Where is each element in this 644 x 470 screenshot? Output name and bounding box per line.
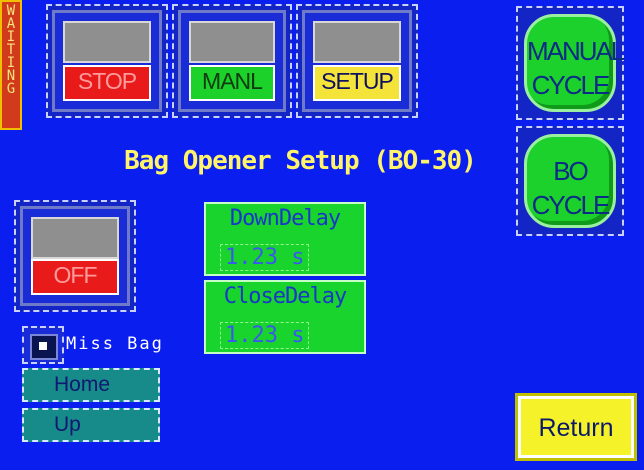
bo-cycle-button[interactable]: BO CYCLE: [516, 126, 624, 236]
off-toggle-bezel: OFF: [20, 206, 130, 306]
status-text: WAITING: [6, 3, 16, 97]
off-toggle-label: OFF: [31, 259, 119, 295]
down-delay-label: DownDelay: [229, 206, 341, 231]
stop-button-bezel: STOP: [52, 10, 162, 112]
return-button[interactable]: Return: [515, 393, 637, 461]
miss-bag-checkbox[interactable]: [22, 326, 64, 364]
page-title: Bag Opener Setup (BO-30): [124, 146, 477, 176]
setup-button-bezel: SETUP: [302, 10, 412, 112]
up-button[interactable]: Up: [22, 408, 160, 442]
manual-cycle-button[interactable]: MANUAL CYCLE: [516, 6, 625, 120]
close-delay-value: 1.23 s: [220, 322, 310, 349]
stop-button-label: STOP: [63, 65, 151, 101]
manual-mode-button-label: MANL: [189, 65, 275, 101]
manual-indicator-lamp: [189, 21, 275, 63]
close-delay-label: CloseDelay: [223, 284, 347, 309]
off-indicator-lamp: [31, 217, 119, 259]
off-toggle-button[interactable]: OFF: [14, 200, 136, 312]
down-delay-setting[interactable]: DownDelay 1.23 s: [204, 202, 366, 276]
manual-mode-button-bezel: MANL: [178, 10, 286, 112]
miss-bag-label: Miss Bag: [66, 334, 164, 354]
bo-cycle-line2: CYCLE: [531, 190, 611, 220]
manual-cycle-button-face: MANUAL CYCLE: [524, 14, 625, 112]
miss-bag-checked-indicator: [39, 342, 47, 350]
manual-mode-button[interactable]: MANL: [172, 4, 292, 118]
miss-bag-checkbox-box: [30, 334, 58, 360]
stop-indicator-lamp: [63, 21, 151, 63]
manual-cycle-line1: MANUAL: [527, 36, 625, 66]
stop-button[interactable]: STOP: [46, 4, 168, 118]
setup-indicator-lamp: [313, 21, 401, 63]
close-delay-setting[interactable]: CloseDelay 1.23 s: [204, 280, 366, 354]
manual-cycle-line2: CYCLE: [531, 70, 611, 100]
down-delay-value: 1.23 s: [220, 244, 310, 271]
setup-button-label: SETUP: [313, 65, 401, 101]
home-button[interactable]: Home: [22, 368, 160, 402]
waiting-status-indicator: WAITING: [0, 0, 22, 130]
setup-button[interactable]: SETUP: [296, 4, 418, 118]
